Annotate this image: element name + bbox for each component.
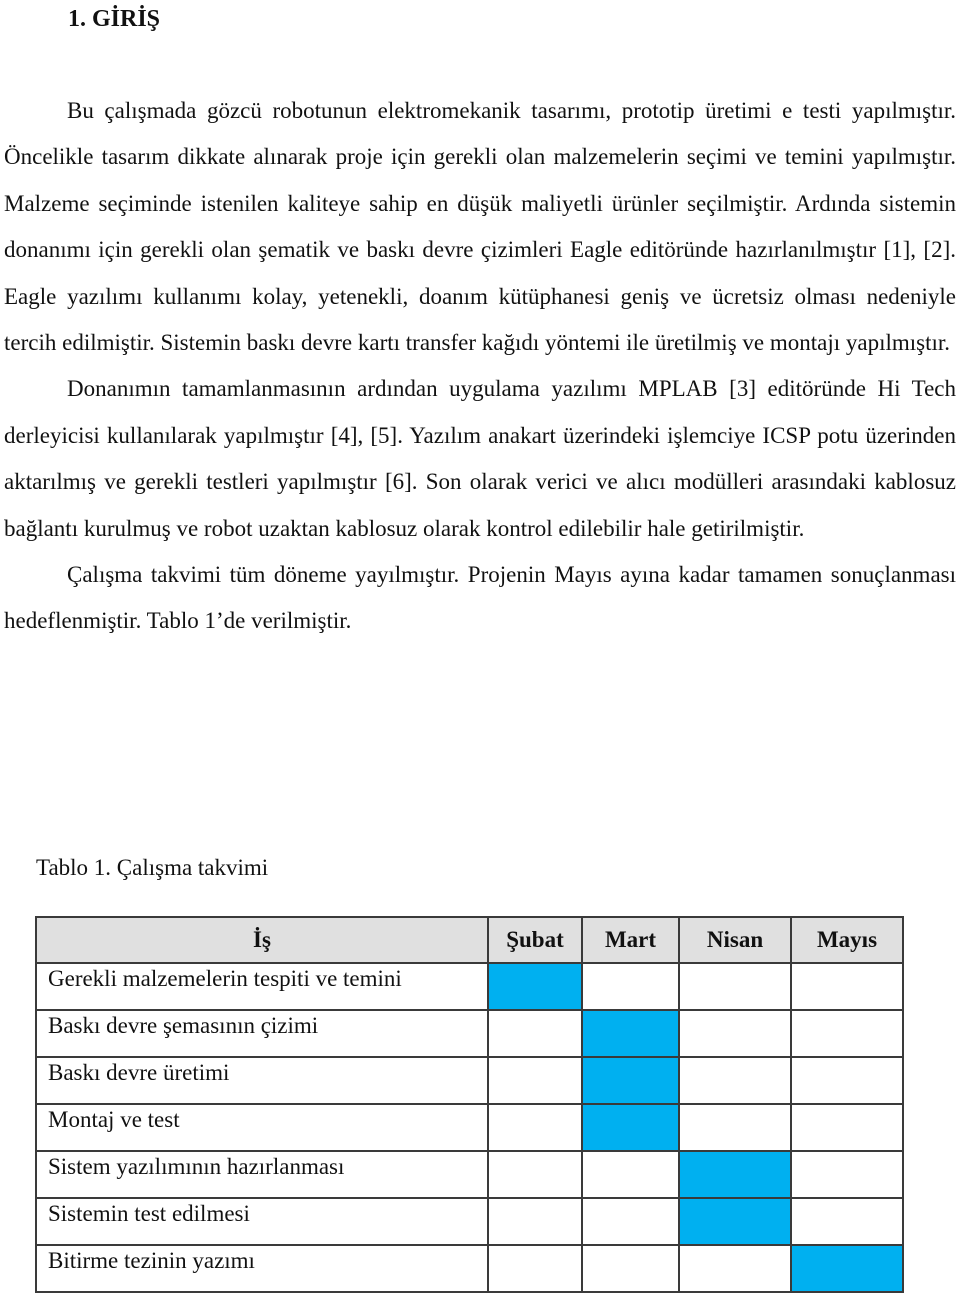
- month-cell-mayis-empty: [790, 1197, 904, 1246]
- month-cell-nisan-empty: [678, 1244, 792, 1293]
- header-mart: Mart: [581, 916, 680, 964]
- header-nisan: Nisan: [678, 916, 792, 964]
- task-cell: Bitirme tezinin yazımı: [35, 1244, 489, 1293]
- task-cell: Baskı devre üretimi: [35, 1056, 489, 1105]
- month-cell-mayis-empty: [790, 1150, 904, 1199]
- month-cell-nisan-empty: [678, 1103, 792, 1152]
- month-cell-nisan-empty: [678, 1056, 792, 1105]
- month-cell-mart-scheduled: [581, 1103, 680, 1152]
- table-row: Baskı devre şemasının çizimi: [35, 1009, 904, 1058]
- table-row: Bitirme tezinin yazımı: [35, 1244, 904, 1293]
- month-cell-mart-scheduled: [581, 1009, 680, 1058]
- month-cell-nisan-scheduled: [678, 1197, 792, 1246]
- header-task: İş: [35, 916, 489, 964]
- month-cell-mart-empty: [581, 1150, 680, 1199]
- task-cell: Baskı devre şemasının çizimi: [35, 1009, 489, 1058]
- table-caption: Tablo 1. Çalışma takvimi: [36, 855, 269, 880]
- month-cell-subat-scheduled: [487, 962, 583, 1011]
- table-row: Sistemin test edilmesi: [35, 1197, 904, 1246]
- month-cell-mayis-scheduled: [790, 1244, 904, 1293]
- month-cell-subat-empty: [487, 1103, 583, 1152]
- table-row: Baskı devre üretimi: [35, 1056, 904, 1105]
- table-row: Montaj ve test: [35, 1103, 904, 1152]
- task-cell: Sistem yazılımının hazırlanması: [35, 1150, 489, 1199]
- month-cell-mayis-empty: [790, 1056, 904, 1105]
- task-cell: Gerekli malzemelerin tespiti ve temini: [35, 962, 489, 1011]
- month-cell-mayis-empty: [790, 1103, 904, 1152]
- month-cell-subat-empty: [487, 1244, 583, 1293]
- month-cell-mayis-empty: [790, 1009, 904, 1058]
- paragraph-1: Bu çalışmada gözcü robotunun elektromeka…: [4, 98, 956, 356]
- task-cell: Montaj ve test: [35, 1103, 489, 1152]
- month-cell-subat-empty: [487, 1009, 583, 1058]
- month-cell-nisan-scheduled: [678, 1150, 792, 1199]
- month-cell-nisan-empty: [678, 962, 792, 1011]
- table-row: Sistem yazılımının hazırlanması: [35, 1150, 904, 1199]
- month-cell-subat-empty: [487, 1056, 583, 1105]
- table-header-row: İş Şubat Mart Nisan Mayıs: [35, 916, 904, 964]
- month-cell-mart-scheduled: [581, 1056, 680, 1105]
- task-cell: Sistemin test edilmesi: [35, 1197, 489, 1246]
- month-cell-mart-empty: [581, 1244, 680, 1293]
- month-cell-subat-empty: [487, 1150, 583, 1199]
- paragraph-2: Donanımın tamamlanmasının ardından uygul…: [4, 376, 956, 541]
- schedule-table-body: Gerekli malzemelerin tespiti ve temini Ba…: [35, 962, 904, 1293]
- month-cell-mayis-empty: [790, 962, 904, 1011]
- month-cell-nisan-empty: [678, 1009, 792, 1058]
- header-mayis: Mayıs: [790, 916, 904, 964]
- month-cell-mart-empty: [581, 1197, 680, 1246]
- month-cell-mart-empty: [581, 962, 680, 1011]
- schedule-table: İş Şubat Mart Nisan Mayıs Gerekli malzem…: [35, 916, 904, 1293]
- paragraph-3: Çalışma takvimi tüm döneme yayılmıştır. …: [4, 562, 956, 634]
- header-subat: Şubat: [487, 916, 583, 964]
- month-cell-subat-empty: [487, 1197, 583, 1246]
- body-text: Bu çalışmada gözcü robotunun elektromeka…: [4, 88, 956, 645]
- section-heading: 1. GİRİŞ: [68, 6, 161, 32]
- table-row: Gerekli malzemelerin tespiti ve temini: [35, 962, 904, 1011]
